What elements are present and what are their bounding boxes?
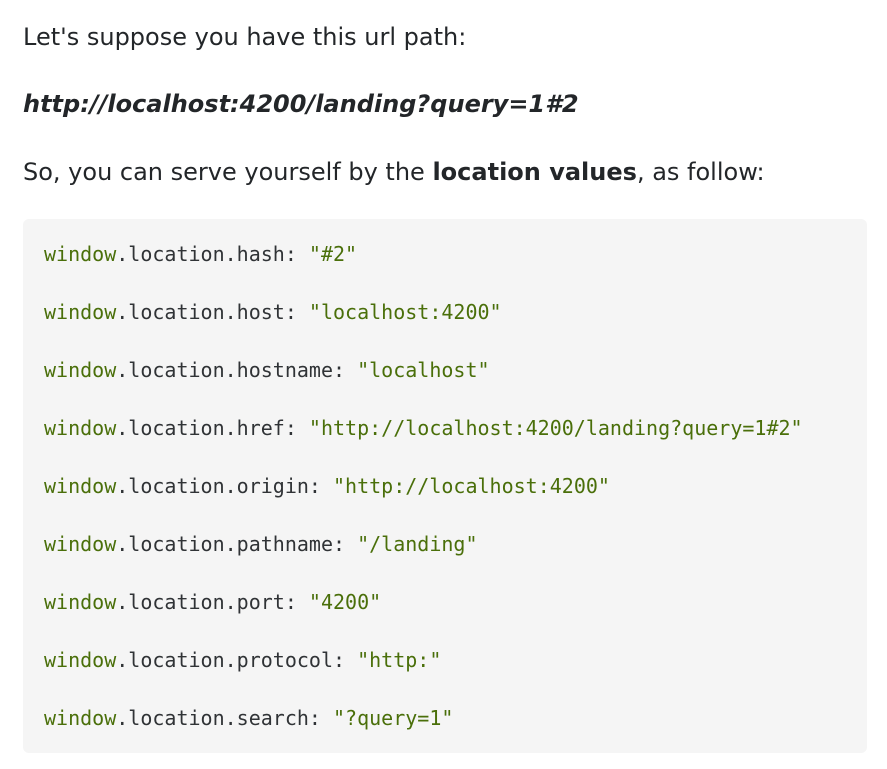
code-object: window	[44, 474, 117, 498]
code-line-hash: window.location.hash: "#2"	[44, 242, 357, 266]
code-value: "localhost:4200"	[308, 300, 502, 324]
code-property: .location.hostname:	[116, 358, 358, 382]
code-property: .location.protocol:	[116, 648, 358, 672]
code-value: "?query=1"	[333, 706, 454, 730]
code-object: window	[44, 358, 117, 382]
code-object: window	[44, 706, 117, 730]
code-object: window	[44, 416, 117, 440]
code-property: .location.href:	[116, 416, 309, 440]
code-value: "http://localhost:4200/landing?query=1#2…	[308, 416, 803, 440]
code-value: "/landing"	[357, 532, 478, 556]
code-line-origin: window.location.origin: "http://localhos…	[44, 474, 610, 498]
code-value: "http:"	[357, 648, 442, 672]
code-object: window	[44, 242, 117, 266]
code-property: .location.pathname:	[116, 532, 358, 556]
explanation-text-end: , as follow:	[636, 158, 765, 186]
code-object: window	[44, 590, 117, 614]
intro-paragraph: Let's suppose you have this url path:	[23, 23, 467, 51]
code-property: .location.port:	[116, 590, 309, 614]
code-value: "#2"	[308, 242, 358, 266]
code-line-pathname: window.location.pathname: "/landing"	[44, 532, 478, 556]
explanation-paragraph: So, you can serve yourself by the locati…	[23, 157, 765, 187]
example-url: http://localhost:4200/landing?query=1#2	[23, 90, 579, 118]
code-line-href: window.location.href: "http://localhost:…	[44, 416, 803, 440]
explanation-text: So, you can serve yourself by the	[23, 158, 433, 186]
code-value: "localhost"	[357, 358, 490, 382]
code-line-search: window.location.search: "?query=1"	[44, 706, 453, 730]
code-property: .location.host:	[116, 300, 309, 324]
code-property: .location.origin:	[116, 474, 333, 498]
code-line-host: window.location.host: "localhost:4200"	[44, 300, 502, 324]
code-object: window	[44, 648, 117, 672]
code-property: .location.hash:	[116, 242, 309, 266]
code-value: "4200"	[308, 590, 382, 614]
code-line-port: window.location.port: "4200"	[44, 590, 381, 614]
code-block: window.location.hash: "#2" window.locati…	[23, 219, 867, 753]
code-line-hostname: window.location.hostname: "localhost"	[44, 358, 490, 382]
code-object: window	[44, 300, 117, 324]
code-object: window	[44, 532, 117, 556]
code-line-protocol: window.location.protocol: "http:"	[44, 648, 441, 672]
location-values-emphasis: location values	[432, 158, 637, 186]
code-value: "http://localhost:4200"	[333, 474, 610, 498]
code-property: .location.search:	[116, 706, 333, 730]
